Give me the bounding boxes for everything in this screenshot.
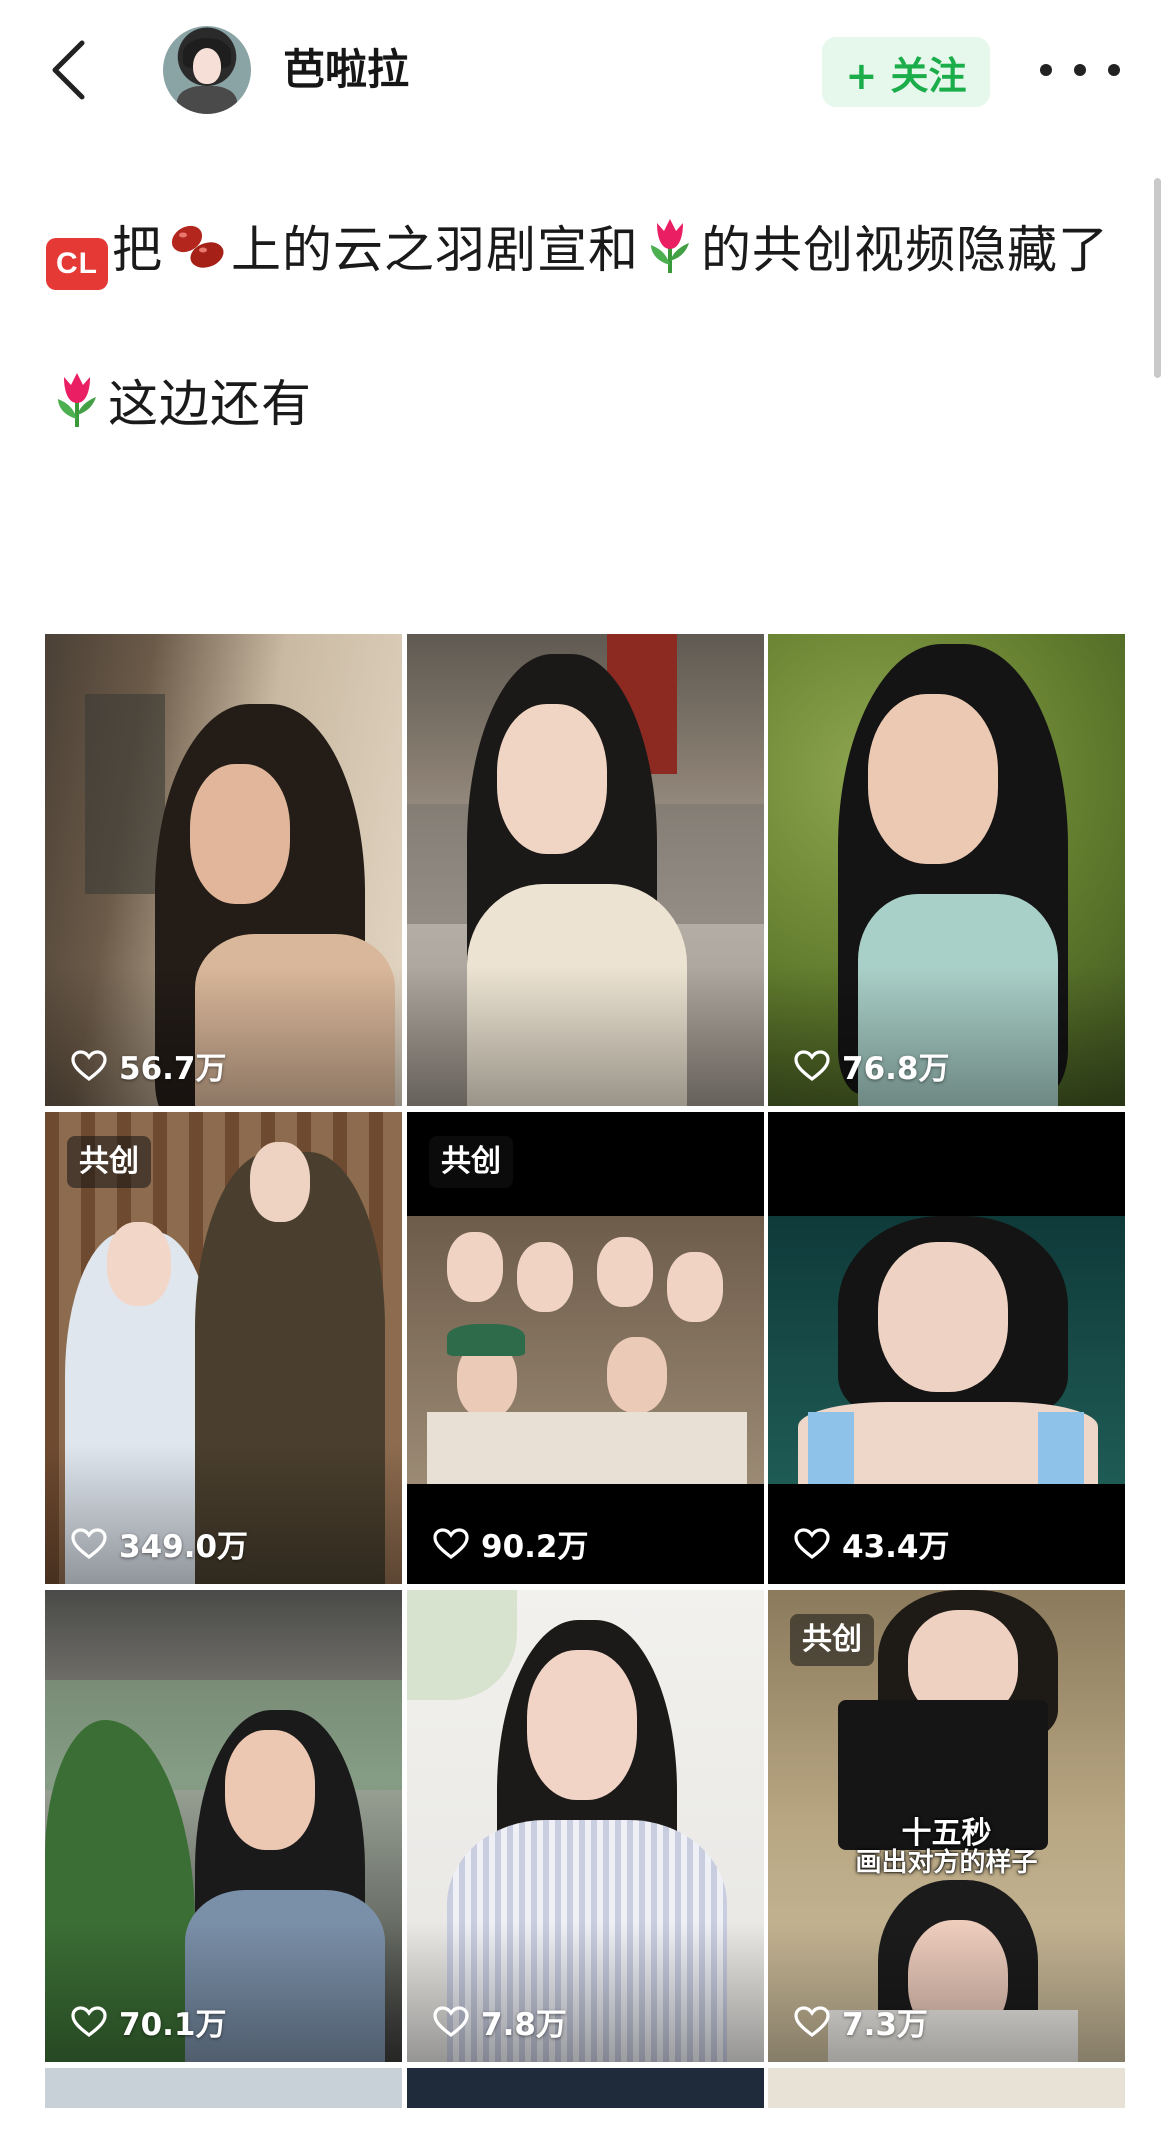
- more-dots-icon: [1040, 64, 1052, 76]
- co-creation-badge: 共创: [67, 1136, 151, 1188]
- heart-icon: [433, 2005, 469, 2037]
- co-creation-badge: 共创: [790, 1614, 874, 1666]
- video-caption-line-2: 画出对方的样子: [855, 1848, 1038, 1878]
- like-count: 76.8万: [794, 1043, 950, 1088]
- video-tile[interactable]: 共创 349.0万: [45, 1112, 402, 1584]
- post-line-2: 这边还有: [46, 364, 1116, 452]
- video-tile[interactable]: 56.7万: [45, 634, 402, 1106]
- video-tile[interactable]: 十五秒 画出对方的样子 共创 7.3万: [768, 1590, 1125, 2062]
- like-count: 7.8万: [433, 1999, 567, 2044]
- video-thumbnail: [768, 1112, 1125, 1584]
- like-count: 56.7万: [71, 1043, 227, 1088]
- heart-icon: [71, 2005, 107, 2037]
- heart-icon: [794, 2005, 830, 2037]
- co-creation-badge: 共创: [429, 1136, 513, 1188]
- video-tile[interactable]: 7.8万: [407, 1590, 764, 2062]
- video-tile[interactable]: 76.8万: [768, 634, 1125, 1106]
- video-tile[interactable]: [407, 2068, 764, 2108]
- heart-icon: [433, 1527, 469, 1559]
- like-count: 349.0万: [71, 1521, 248, 1566]
- like-count: 43.4万: [794, 1521, 950, 1566]
- post-line-1: CL 把 上的云之羽剧宣和 的共创视频隐藏了: [46, 210, 1116, 298]
- heart-icon: [794, 1527, 830, 1559]
- video-tile[interactable]: 43.4万: [768, 1112, 1125, 1584]
- like-count: 90.2万: [433, 1521, 589, 1566]
- video-tile[interactable]: [45, 2068, 402, 2108]
- avatar[interactable]: [163, 26, 251, 114]
- video-tile[interactable]: [407, 634, 764, 1106]
- heart-icon: [794, 1049, 830, 1081]
- beans-emoji-icon: [167, 217, 227, 298]
- username[interactable]: 芭啦拉: [283, 44, 409, 96]
- like-count: 7.3万: [794, 1999, 928, 2044]
- heart-icon: [71, 1527, 107, 1559]
- top-bar: 芭啦拉 + 关注: [0, 0, 1170, 140]
- cl-emoji-icon: CL: [46, 238, 108, 290]
- video-tile[interactable]: 共创 90.2万: [407, 1112, 764, 1584]
- video-tile[interactable]: [768, 2068, 1125, 2108]
- follow-button[interactable]: + 关注: [822, 37, 990, 107]
- post-body: CL 把 上的云之羽剧宣和 的共创视频隐藏了 这边还有: [46, 210, 1116, 452]
- more-button[interactable]: [1040, 48, 1120, 92]
- tulip-emoji-icon: [50, 369, 104, 452]
- tulip-emoji-icon: [643, 215, 697, 298]
- chevron-left-icon: [52, 40, 85, 100]
- scrollbar[interactable]: [1154, 178, 1161, 378]
- heart-icon: [71, 1049, 107, 1081]
- like-count: 70.1万: [71, 1999, 227, 2044]
- back-button[interactable]: [40, 34, 96, 106]
- video-tile[interactable]: 70.1万: [45, 1590, 402, 2062]
